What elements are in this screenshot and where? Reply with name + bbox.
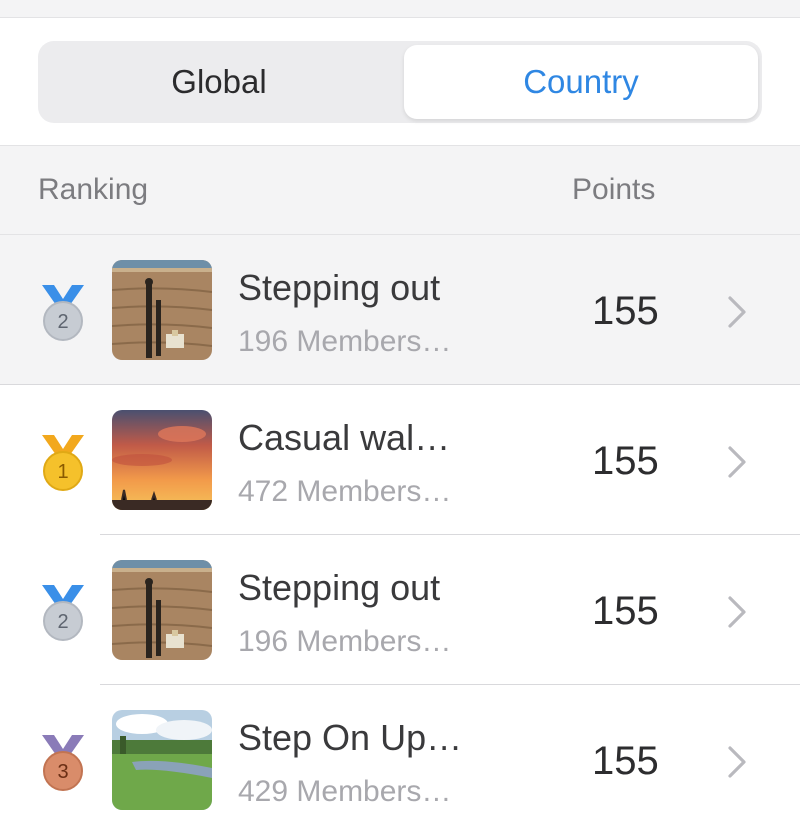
top-bar	[0, 0, 800, 18]
group-thumbnail	[112, 410, 212, 510]
bronze-medal-icon: 3	[42, 735, 84, 791]
group-thumbnail	[112, 560, 212, 660]
chevron-right-icon	[728, 296, 746, 328]
gold-medal-icon: 1	[42, 435, 84, 491]
chevron-right-icon	[728, 746, 746, 778]
leaderboard-header: Ranking Points	[0, 145, 800, 235]
group-thumbnail	[112, 710, 212, 810]
group-thumbnail	[112, 260, 212, 360]
group-name: Step On Up…	[238, 717, 463, 758]
group-name: Casual wal…	[238, 417, 451, 458]
points-value: 155	[592, 589, 659, 633]
leaderboard-row[interactable]: 3 Step On Up… 429 Members… 155	[0, 685, 800, 835]
scope-segmented-control[interactable]: Global Country	[38, 41, 762, 123]
tab-country[interactable]: Country	[404, 45, 758, 119]
silver-medal-icon: 2	[42, 585, 84, 641]
chevron-right-icon	[728, 596, 746, 628]
ranking-column-header: Ranking	[38, 173, 149, 206]
points-value: 155	[592, 289, 659, 333]
points-column-header: Points	[572, 173, 656, 206]
member-count: 472 Members…	[238, 475, 452, 508]
medal-rank-number: 2	[57, 611, 68, 633]
leaderboard-row[interactable]: 1 Casual wal… 472 Members… 155	[0, 385, 800, 535]
medal-rank-number: 2	[57, 311, 68, 333]
silver-medal-icon: 2	[42, 285, 84, 341]
leaderboard-row[interactable]: 2 Stepping out 196 Members… 155	[0, 235, 800, 385]
tab-global[interactable]: Global	[42, 45, 396, 119]
member-count: 196 Members…	[238, 625, 452, 658]
medal-rank-number: 3	[57, 761, 68, 783]
chevron-right-icon	[728, 446, 746, 478]
member-count: 429 Members…	[238, 775, 452, 808]
points-value: 155	[592, 739, 659, 783]
group-name: Stepping out	[238, 267, 441, 308]
member-count: 196 Members…	[238, 325, 452, 358]
leaderboard-list: 2 Stepping out 196 Members… 155 1 Casual…	[0, 235, 800, 835]
points-value: 155	[592, 439, 659, 483]
group-name: Stepping out	[238, 567, 441, 608]
medal-rank-number: 1	[57, 461, 68, 483]
leaderboard-row[interactable]: 2 Stepping out 196 Members… 155	[0, 535, 800, 685]
